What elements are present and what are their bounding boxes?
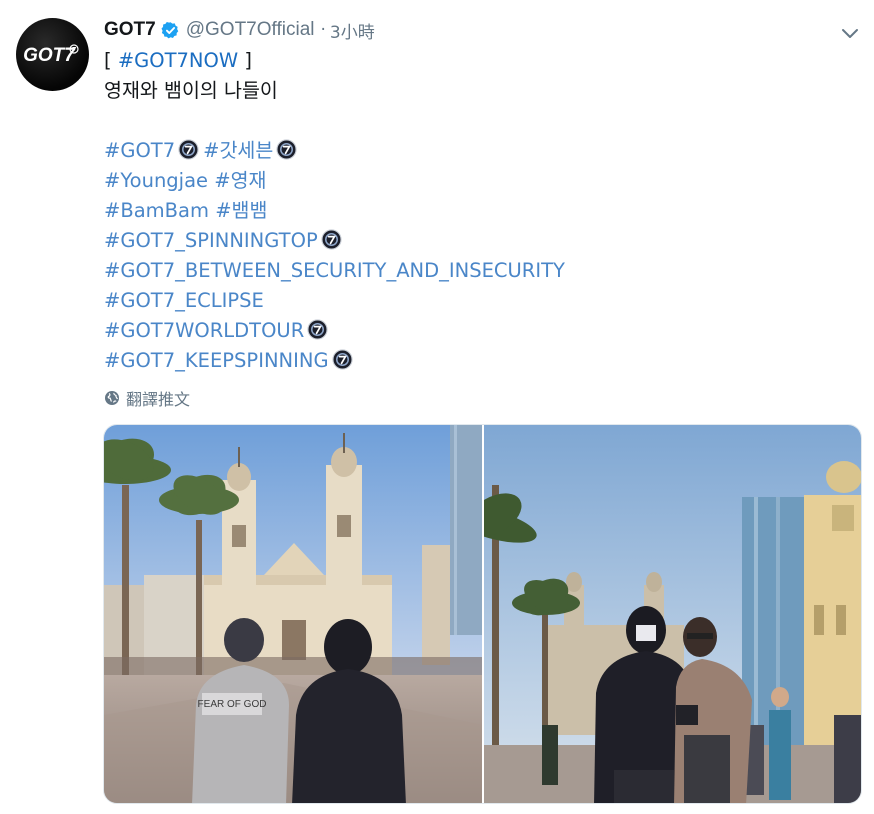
- text-line-2: 영재와 뱀이의 나들이: [104, 79, 278, 102]
- tweet-header: GOT7 @GOT7Official · 3小時: [104, 16, 375, 44]
- text-line-9: #GOT7WORLDTOUR: [104, 316, 844, 346]
- hashtag-keepspinning[interactable]: #GOT7_KEEPSPINNING: [104, 349, 329, 372]
- globe-icon: [105, 391, 119, 405]
- tweet: GOT7 GOT7 @GOT7Official · 3小時 [ #GOT7NOW…: [0, 0, 874, 814]
- text-line-7: #GOT7_BETWEEN_SECURITY_AND_INSECURITY: [104, 256, 844, 286]
- plaza-two-men-photo: [484, 425, 861, 803]
- text-line-4: #Youngjae #영재: [104, 166, 844, 196]
- separator-dot: ·: [320, 20, 326, 40]
- bracket-close: ]: [238, 49, 252, 72]
- got7-hashflag-emoji: [307, 319, 328, 340]
- text-line-3: #GOT7 #갓세븐: [104, 136, 844, 166]
- hashtag-spinningtop[interactable]: #GOT7_SPINNINGTOP: [104, 229, 318, 252]
- text-line-5: #BamBam #뱀뱀: [104, 196, 844, 226]
- tweet-text: [ #GOT7NOW ] 영재와 뱀이의 나들이 #GOT7 #갓세븐 #Youn…: [104, 46, 844, 376]
- hashtag-bambam[interactable]: #BamBam: [104, 199, 209, 222]
- text-line-6: #GOT7_SPINNINGTOP: [104, 226, 844, 256]
- photo-1[interactable]: FEAR OF GOD: [104, 425, 482, 803]
- hashtag-eclipse[interactable]: #GOT7_ECLIPSE: [104, 289, 264, 312]
- text-line-1: [ #GOT7NOW ]: [104, 46, 844, 76]
- media-grid: FEAR OF GOD: [103, 424, 862, 804]
- bracket-open: [: [104, 49, 118, 72]
- hashtag-between[interactable]: #GOT7_BETWEEN_SECURITY_AND_INSECURITY: [104, 259, 565, 282]
- avatar[interactable]: GOT7: [16, 18, 89, 91]
- got7-logo-icon: GOT7: [23, 44, 79, 66]
- chevron-down-icon[interactable]: [837, 20, 863, 46]
- hashtag-got7-korean[interactable]: #갓세븐: [203, 139, 273, 162]
- hashtag-youngjae-korean[interactable]: #영재: [214, 169, 266, 192]
- display-name[interactable]: GOT7: [104, 19, 156, 41]
- got7-hashflag-emoji: [331, 349, 353, 370]
- cathedral-plaza-photo: FEAR OF GOD: [104, 425, 482, 803]
- hashtag-got7now[interactable]: #GOT7NOW: [118, 49, 238, 72]
- got7-hashflag-emoji: [276, 139, 297, 160]
- handle[interactable]: @GOT7Official: [186, 19, 315, 41]
- timestamp[interactable]: 3小時: [330, 18, 375, 43]
- translate-tweet-link[interactable]: 翻譯推文: [104, 387, 190, 409]
- avatar-logo-text: GOT7: [23, 45, 76, 66]
- got7-hashflag-emoji: [321, 229, 342, 250]
- jacket-text: FEAR OF GOD: [198, 699, 267, 710]
- text-line-10: #GOT7_KEEPSPINNING: [104, 346, 844, 376]
- hashtag-bambam-korean[interactable]: #뱀뱀: [215, 199, 267, 222]
- hashtag-got7[interactable]: #GOT7: [104, 139, 175, 162]
- photo-2[interactable]: [484, 425, 861, 803]
- translate-label: 翻譯推文: [126, 390, 191, 409]
- got7-hashflag-emoji: [178, 139, 199, 160]
- verified-badge-icon: [161, 21, 178, 38]
- hashtag-youngjae[interactable]: #Youngjae: [104, 169, 208, 192]
- text-line-8: #GOT7_ECLIPSE: [104, 286, 844, 316]
- hashtag-worldtour[interactable]: #GOT7WORLDTOUR: [104, 319, 304, 342]
